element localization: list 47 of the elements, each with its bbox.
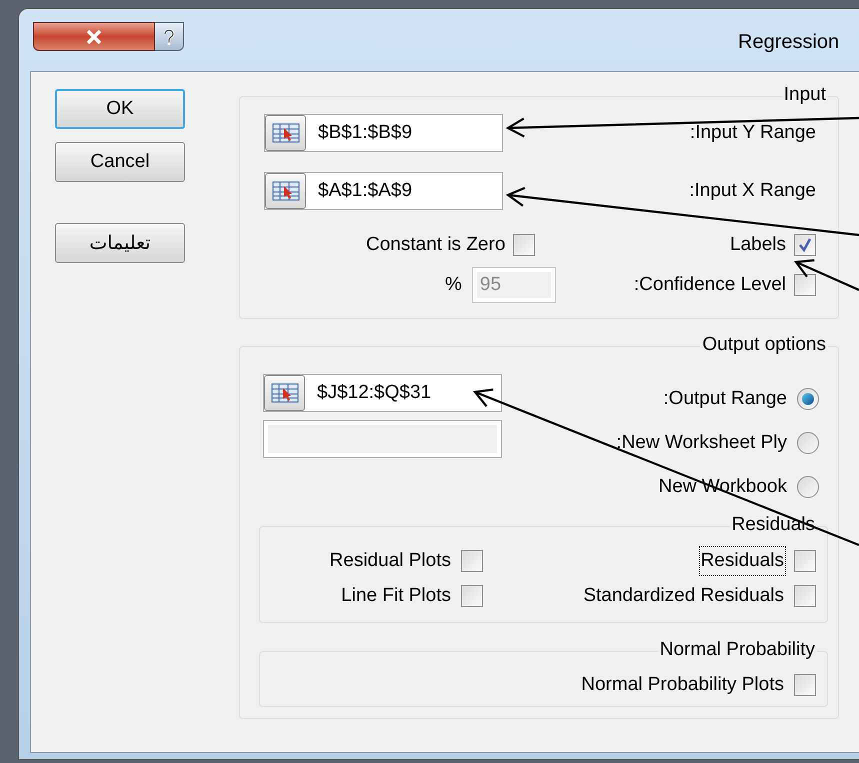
radio-label: :New Worksheet Ply (616, 430, 787, 455)
grid-arrow-icon (272, 122, 300, 144)
radio-button[interactable] (797, 476, 819, 498)
grid-arrow-icon (272, 180, 300, 202)
close-button[interactable] (33, 22, 155, 51)
group-title: Normal Probability (658, 638, 817, 662)
checkbox-label: Line Fit Plots (340, 584, 452, 608)
checkbox-label: Residuals (698, 546, 786, 576)
radio-button[interactable] (797, 388, 819, 410)
radio-label: :Output Range (663, 386, 787, 411)
checkbox-label: Labels (729, 232, 787, 257)
dialog-button[interactable]: OK (55, 89, 185, 129)
checkbox-label: Standardized Residuals (582, 584, 785, 608)
unit-label: % (445, 272, 462, 297)
checkbox[interactable] (461, 550, 483, 572)
checkbox[interactable] (794, 674, 816, 696)
range-picker-button[interactable] (264, 375, 305, 411)
checkbox[interactable] (794, 550, 816, 572)
range-value: $A$1:$A$9 (317, 178, 412, 203)
field-label: :Input Y Range (690, 120, 816, 145)
dialog-button[interactable]: Cancel (55, 142, 185, 182)
range-picker-button[interactable] (265, 173, 306, 209)
confidence-value: 95 (476, 272, 551, 298)
range-picker-button[interactable] (265, 115, 306, 151)
help-button[interactable] (155, 22, 184, 51)
dialog-button[interactable]: تعليمات (55, 223, 185, 263)
checkbox-label: Residual Plots (328, 548, 452, 573)
range-field[interactable]: $J$12:$Q$31 (263, 374, 502, 412)
range-value: $J$12:$Q$31 (316, 380, 432, 405)
close-icon (86, 30, 102, 44)
checkbox[interactable] (461, 585, 483, 607)
checkbox[interactable] (794, 234, 816, 256)
checkbox[interactable] (794, 585, 816, 607)
grid-arrow-icon (270, 382, 298, 404)
checkbox[interactable] (513, 234, 536, 256)
window-title: Regression (738, 30, 840, 55)
checkbox-label: Constant is Zero (365, 232, 506, 257)
help-icon (163, 28, 175, 46)
annotation-arrow (794, 259, 859, 292)
range-field[interactable]: $B$1:$B$9 (264, 114, 503, 152)
radio-button[interactable] (797, 432, 819, 454)
range-value: $B$1:$B$9 (317, 120, 412, 145)
checkbox-label: Normal Probability Plots (580, 673, 785, 697)
checkbox-label: :Confidence Level (632, 272, 787, 297)
group-title: Output options (700, 333, 828, 357)
range-field[interactable]: $A$1:$A$9 (264, 172, 503, 210)
field-label: :Input X Range (689, 178, 816, 203)
